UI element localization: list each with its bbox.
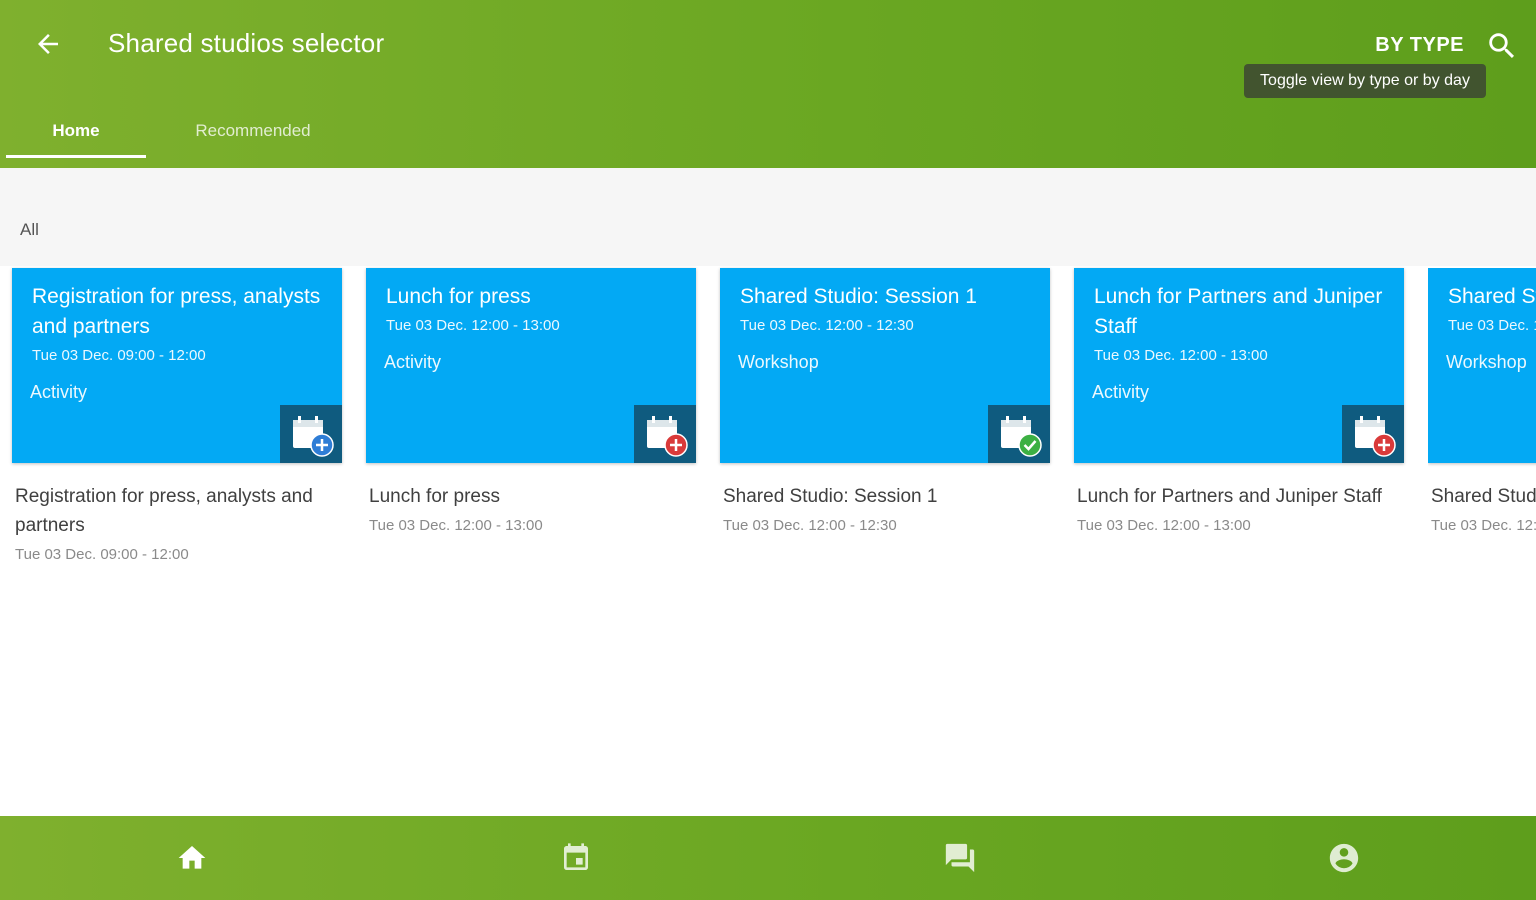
session-type: Activity [384,352,442,372]
session-time: Tue 03 Dec. 12:00 - 12:30 [740,317,914,334]
tab-home[interactable]: Home [6,104,146,158]
session-info-time: Tue 03 Dec. 12:00 - 13:00 [1077,517,1251,534]
section-label: All [20,220,39,239]
session-time: Tue 03 Dec. 12:00 - 13:00 [1094,347,1268,364]
nav-chat-button[interactable] [938,836,982,880]
view-toggle-button[interactable]: BY TYPE [1375,34,1464,57]
bottom-navigation [0,816,1536,900]
back-button[interactable] [24,22,72,66]
search-icon [1489,33,1515,59]
app-bar: Shared studios selector BY TYPE Toggle v… [0,0,1536,168]
calendar-add-icon [647,416,688,457]
view-toggle-tooltip: Toggle view by type or by day [1244,64,1486,98]
calendar-add-icon [1355,416,1396,457]
session-type: Workshop [738,352,819,372]
session-info-title: Shared Studio: Session 1 [723,486,938,507]
nav-home-button[interactable] [170,836,214,880]
add-to-agenda-button[interactable] [280,405,342,463]
session-card-header[interactable]: Lunch for press Tue 03 Dec. 12:00 - 13:0… [366,268,696,463]
content-area: All Registration for press, analysts and… [0,168,1536,816]
session-card: Lunch for Partners and Juniper Staff Tue… [1074,268,1404,568]
session-info-time: Tue 03 Dec. 12:00 - 13:00 [369,517,543,534]
session-info-title: Lunch for Partners and Juniper Staff [1077,486,1382,507]
session-card: Shared Studio: Session 2 Tue 03 Dec. 12:… [1428,268,1536,568]
session-title: Lunch for press [386,285,531,308]
tab-bar: Home Recommended [6,104,360,158]
session-card-header[interactable]: Lunch for Partners and Juniper Staff Tue… [1074,268,1404,463]
session-info-title: Lunch for press [369,486,500,507]
session-card: Registration for press, analysts and par… [12,268,342,568]
session-info[interactable]: Shared Studio: Session 1 Tue 03 Dec. 12:… [723,482,1053,541]
session-type: Workshop [1446,352,1527,372]
session-card-header[interactable]: Shared Studio: Session 1 Tue 03 Dec. 12:… [720,268,1050,463]
session-card-header[interactable]: Registration for press, analysts and par… [12,268,342,463]
account-icon [1329,843,1359,873]
session-card-clip: Shared Studio: Session 2 Tue 03 Dec. 12:… [1428,268,1536,588]
chat-icon [945,843,975,873]
nav-profile-button[interactable] [1322,836,1366,880]
session-info-time: Tue 03 Dec. 12:00 - 12:30 [1431,517,1536,534]
session-card: Shared Studio: Session 1 Tue 03 Dec. 12:… [720,268,1050,568]
search-button[interactable] [1480,24,1524,68]
session-time: Tue 03 Dec. 09:00 - 12:00 [32,347,206,364]
session-title: Shared Studio: Session 2 [1448,285,1536,308]
calendar-add-icon [293,416,334,457]
session-title: Registration for press, analysts and par… [32,285,321,338]
session-title: Shared Studio: Session 1 [740,285,977,308]
session-info-time: Tue 03 Dec. 09:00 - 12:00 [15,546,189,563]
session-info-time: Tue 03 Dec. 12:00 - 12:30 [723,517,897,534]
session-time: Tue 03 Dec. 12:00 - 13:00 [386,317,560,334]
calendar-check-icon [1001,416,1042,457]
session-card: Lunch for press Tue 03 Dec. 12:00 - 13:0… [366,268,696,568]
add-to-agenda-button[interactable] [1342,405,1404,463]
tab-recommended[interactable]: Recommended [146,104,360,158]
session-info-title: Registration for press, analysts and par… [15,486,313,536]
calendar-icon [564,843,588,870]
nav-agenda-button[interactable] [554,836,598,880]
in-agenda-button[interactable] [988,405,1050,463]
session-info[interactable]: Registration for press, analysts and par… [15,482,345,570]
session-time: Tue 03 Dec. 12:00 - 12:30 [1448,317,1536,334]
session-info[interactable]: Shared Studio: Session 2 Tue 03 Dec. 12:… [1431,482,1536,541]
session-info[interactable]: Lunch for Partners and Juniper Staff Tue… [1077,482,1407,541]
section-header [0,168,1536,266]
session-title: Lunch for Partners and Juniper Staff [1094,285,1383,338]
session-info-title: Shared Studio: Session 2 [1431,486,1536,507]
add-to-agenda-button[interactable] [634,405,696,463]
page-title: Shared studios selector [108,28,385,58]
arrow-back-icon [38,34,58,54]
home-icon [178,846,206,869]
session-info[interactable]: Lunch for press Tue 03 Dec. 12:00 - 13:0… [369,482,699,541]
session-card-header[interactable]: Shared Studio: Session 2 Tue 03 Dec. 12:… [1428,268,1536,463]
